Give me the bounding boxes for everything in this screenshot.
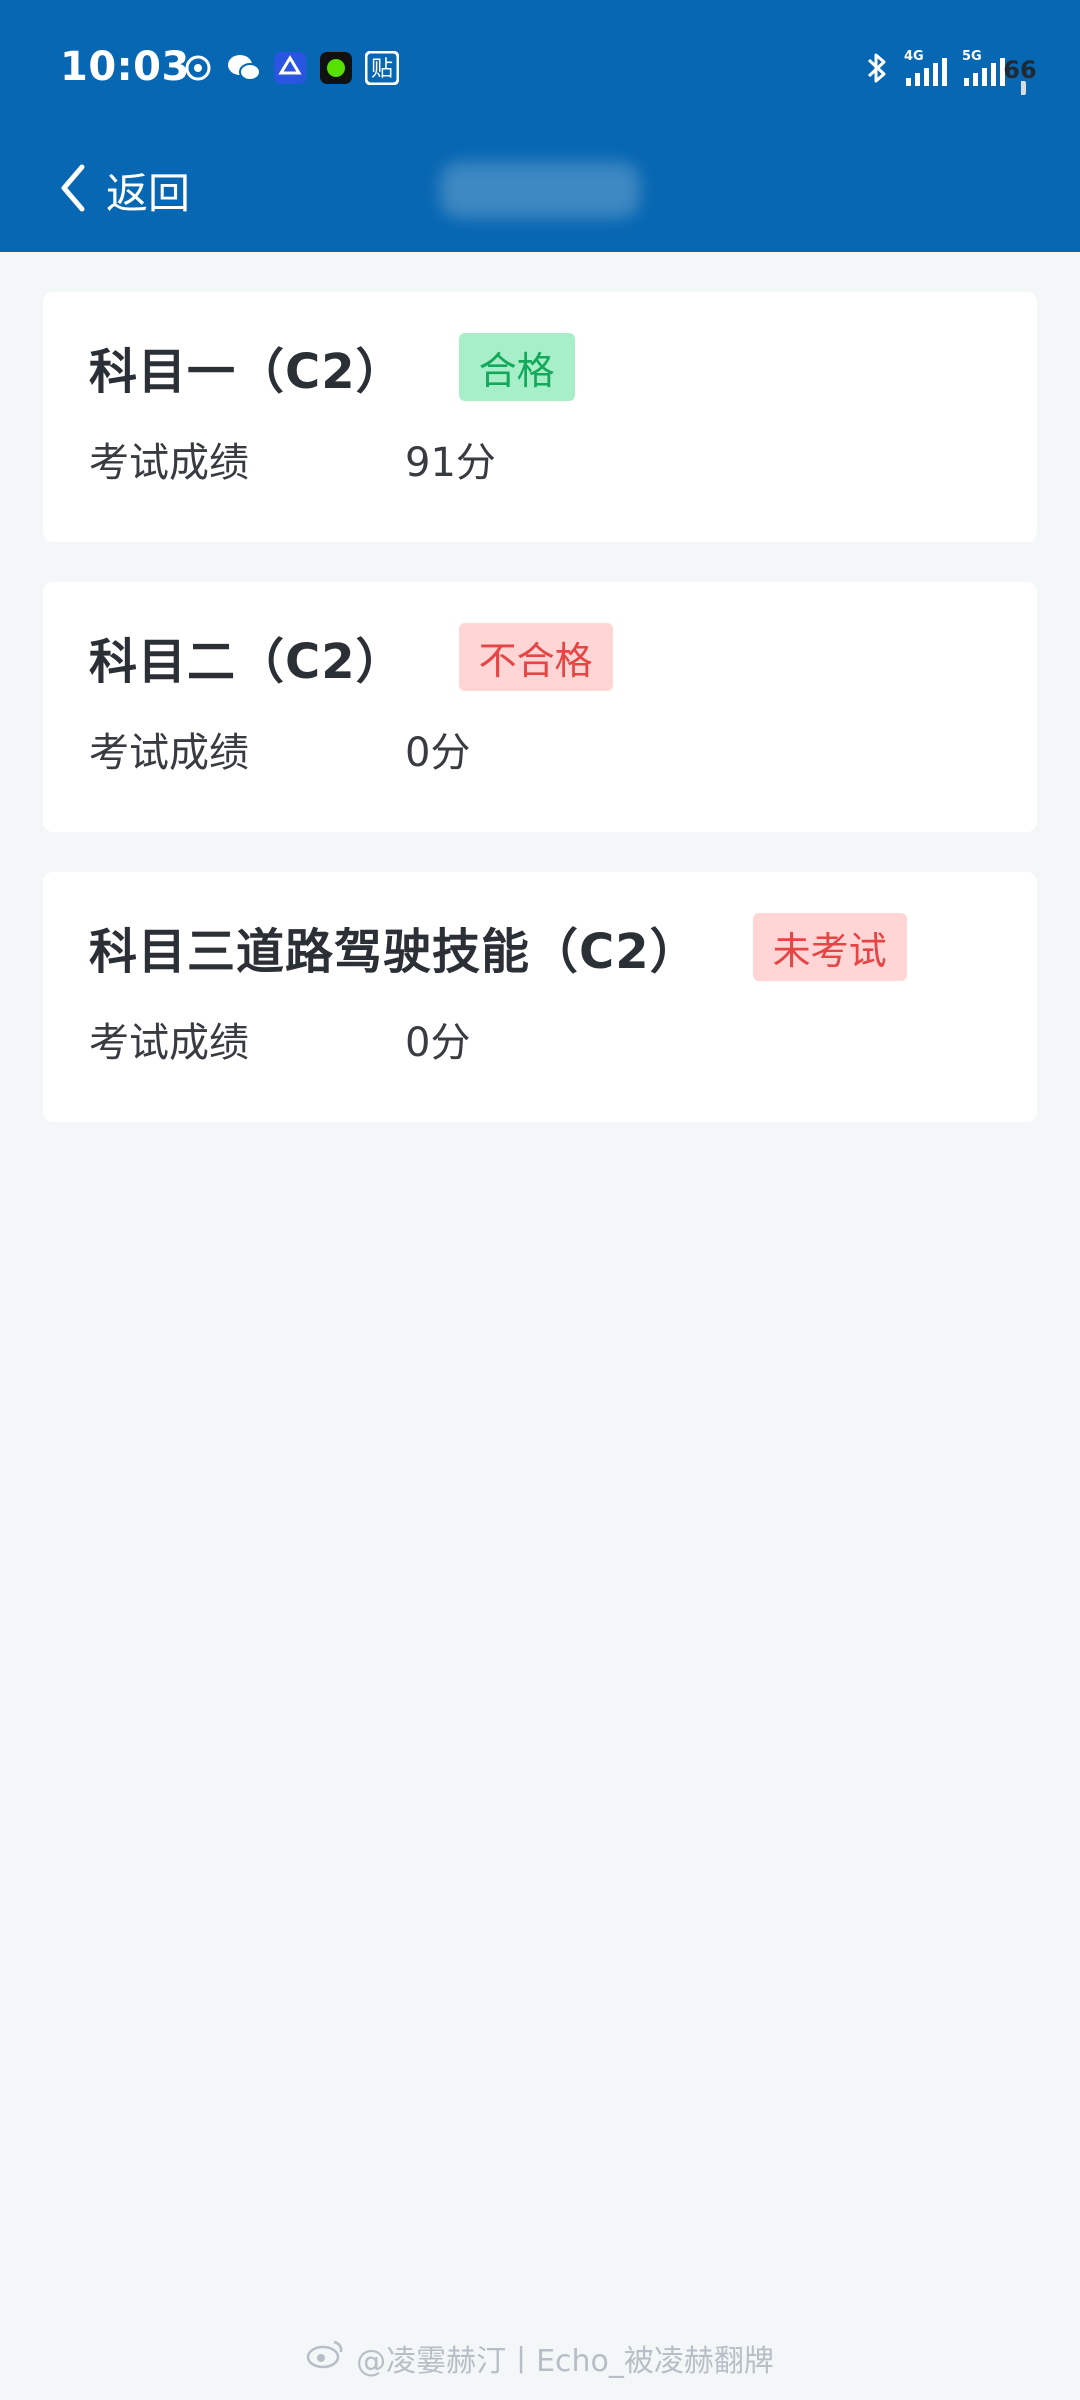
tie-icon: 贴 (364, 50, 400, 86)
watermark: @凌霎赫汀丨Echo_被凌赫翻牌 (0, 2336, 1080, 2380)
page-title-blurred (440, 162, 640, 218)
score-label: 考试成绩 (89, 440, 249, 486)
network-5g-label: 5G (962, 49, 982, 64)
app-icon (272, 50, 308, 86)
result-card: 科目一（C2） 合格 考试成绩 91分 (43, 292, 1037, 542)
score-label: 考试成绩 (89, 1020, 249, 1066)
score-label: 考试成绩 (89, 730, 249, 776)
status-badge: 未考试 (752, 913, 907, 981)
results-list: 科目一（C2） 合格 考试成绩 91分 科目二（C2） 不合格 考试成绩 0分 … (43, 292, 1037, 1162)
green-dot-icon (318, 50, 354, 86)
weibo-icon (306, 2338, 346, 2378)
notification-icons: 贴 (180, 50, 400, 86)
score-value: 0分 (405, 730, 471, 776)
signal-4g-icon: 4G (904, 48, 948, 92)
tie-icon-label: 贴 (371, 57, 393, 82)
bluetooth-icon (864, 50, 890, 90)
status-badge: 合格 (458, 333, 575, 401)
status-time: 10:03 (60, 44, 190, 90)
back-button[interactable]: 返回 (58, 150, 190, 230)
score-value: 91分 (405, 440, 496, 486)
subject-title: 科目三道路驾驶技能（C2） (89, 924, 699, 980)
status-bar: 10:03 贴 4G 5G (0, 0, 1080, 140)
watermark-text: @凌霎赫汀丨Echo_被凌赫翻牌 (356, 2344, 774, 2379)
subject-title: 科目二（C2） (89, 634, 405, 690)
subject-title: 科目一（C2） (89, 344, 405, 400)
sync-icon (180, 50, 216, 86)
app-header: 10:03 贴 4G 5G 返回 (0, 0, 1080, 252)
signal-5g-icon: 5G (962, 48, 1006, 92)
wechat-icon (226, 50, 262, 86)
network-4g-label: 4G (904, 49, 924, 64)
chevron-left-icon (58, 163, 88, 217)
nav-bar: 返回 (0, 150, 1080, 230)
score-value: 0分 (405, 1020, 471, 1066)
back-label: 返回 (106, 168, 191, 218)
result-card: 科目三道路驾驶技能（C2） 未考试 考试成绩 0分 (43, 872, 1037, 1122)
system-icons: 4G 5G 66 (864, 48, 1037, 95)
status-badge: 不合格 (458, 623, 613, 691)
result-card: 科目二（C2） 不合格 考试成绩 0分 (43, 582, 1037, 832)
